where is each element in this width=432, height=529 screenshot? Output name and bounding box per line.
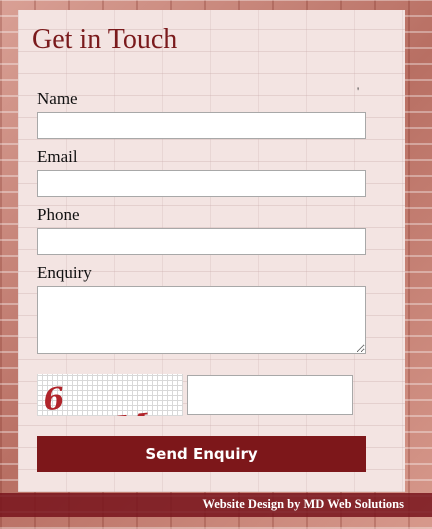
stray-mark: ' bbox=[357, 84, 360, 98]
email-field[interactable] bbox=[37, 170, 366, 197]
name-label: Name bbox=[37, 89, 78, 108]
enquiry-textarea[interactable] bbox=[37, 286, 366, 354]
enquiry-label: Enquiry bbox=[37, 263, 92, 282]
phone-field[interactable] bbox=[37, 228, 366, 255]
name-field[interactable] bbox=[37, 112, 366, 139]
send-enquiry-button[interactable]: Send Enquiry bbox=[37, 436, 366, 472]
captcha-text: 6 7·RM bbox=[41, 380, 154, 416]
footer-bar: Website Design by MD Web Solutions bbox=[0, 493, 432, 517]
page-title: Get in Touch bbox=[32, 24, 178, 55]
phone-label: Phone bbox=[37, 205, 80, 224]
captcha-image: 6 7·RM bbox=[37, 374, 183, 416]
captcha-input[interactable] bbox=[187, 375, 353, 415]
footer-credit: Website Design by MD Web Solutions bbox=[202, 497, 404, 511]
email-label: Email bbox=[37, 147, 78, 166]
